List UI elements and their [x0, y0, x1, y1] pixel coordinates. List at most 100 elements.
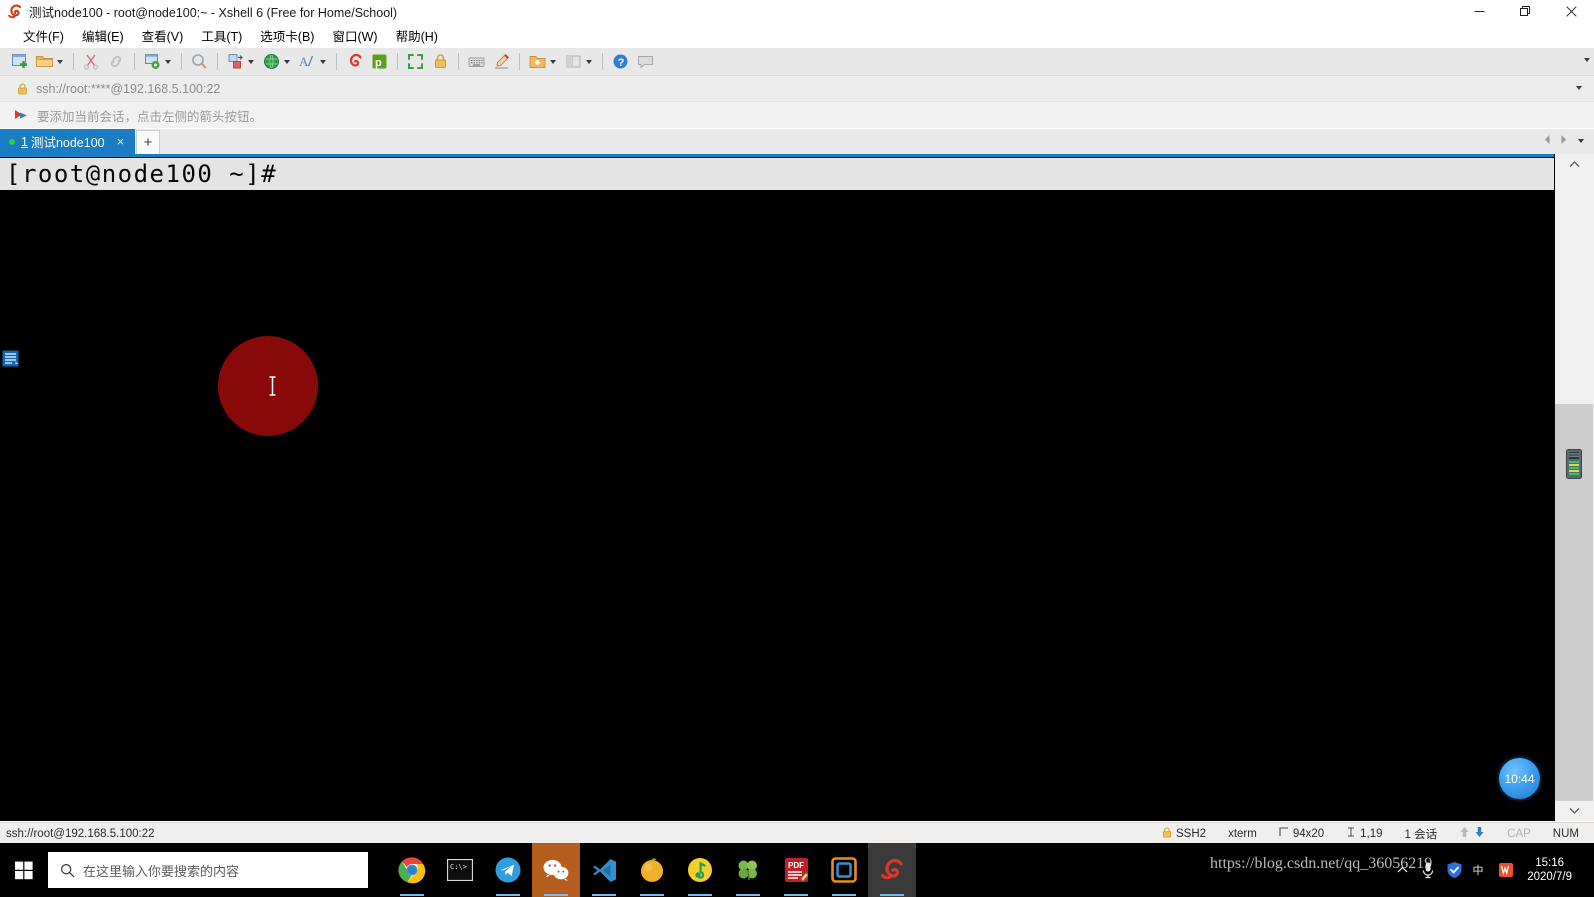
svg-text:?: ?: [618, 57, 625, 69]
tab-bar: 1 测试node100 × +: [0, 129, 1594, 155]
chevron-down-icon[interactable]: [320, 59, 326, 64]
folder-add-icon[interactable]: [525, 50, 561, 74]
floating-clock-badge[interactable]: 10:44: [1499, 758, 1540, 799]
cut-icon[interactable]: [79, 50, 104, 74]
cursor-icon: [1346, 827, 1356, 840]
status-transfer-arrows: [1448, 826, 1496, 841]
menu-file[interactable]: 文件(F): [14, 23, 73, 48]
svg-text:C:\>: C:\>: [450, 863, 467, 871]
taskbar-wechat[interactable]: [532, 843, 580, 897]
terminal-accent-line: [0, 154, 1555, 157]
tab-list-icon[interactable]: [1578, 139, 1584, 143]
menu-tabs[interactable]: 选项卡(B): [251, 23, 323, 48]
gadget-icon[interactable]: [1566, 449, 1582, 484]
chevron-down-icon[interactable]: [248, 59, 254, 64]
layout-icon[interactable]: [561, 50, 597, 74]
globe-icon[interactable]: [259, 50, 295, 74]
menu-edit[interactable]: 编辑(E): [73, 23, 133, 48]
tray-clock[interactable]: 15:16 2020/7/9: [1519, 843, 1580, 897]
taskbar-vmware[interactable]: [820, 843, 868, 897]
taskbar-vscode[interactable]: [580, 843, 628, 897]
chevron-down-icon[interactable]: [284, 59, 290, 64]
running-indicator: [880, 894, 904, 896]
taskbar-chrome[interactable]: [388, 843, 436, 897]
menu-window[interactable]: 窗口(W): [323, 23, 386, 48]
status-protocol: SSH2: [1151, 827, 1217, 841]
chevron-down-icon[interactable]: [165, 59, 171, 64]
toolbar-overflow-icon[interactable]: [1584, 58, 1590, 62]
running-indicator: [400, 894, 424, 896]
tab-title: 测试node100: [30, 136, 105, 150]
security-shield-icon[interactable]: [1441, 843, 1467, 897]
session-properties-icon[interactable]: [140, 50, 176, 74]
link-icon[interactable]: [104, 50, 129, 74]
xagent-icon[interactable]: p: [367, 50, 392, 74]
restore-button[interactable]: [1502, 0, 1548, 23]
close-button[interactable]: [1548, 0, 1594, 23]
show-desktop-button[interactable]: [1580, 843, 1588, 897]
menu-help[interactable]: 帮助(H): [387, 23, 447, 48]
scrollbar-track[interactable]: [1555, 174, 1593, 801]
document-icon[interactable]: [2, 350, 19, 372]
scroll-down-button[interactable]: [1555, 801, 1593, 821]
tab-node100[interactable]: 1 测试node100 ×: [0, 129, 135, 154]
taskbar-qqmusic[interactable]: [676, 843, 724, 897]
toolbar-separator: [181, 53, 182, 70]
taskbar-terminal[interactable]: C:\>: [436, 843, 484, 897]
taskbar-clover[interactable]: [724, 843, 772, 897]
terminal-scrollbar[interactable]: [1554, 154, 1594, 821]
close-icon[interactable]: ×: [117, 135, 125, 148]
new-tab-button[interactable]: +: [136, 130, 160, 154]
taskbar-orange[interactable]: [628, 843, 676, 897]
lock-icon: [1162, 827, 1172, 841]
chevron-right-icon[interactable]: [1559, 132, 1568, 150]
taskbar-telegram[interactable]: [484, 843, 532, 897]
xftp-icon[interactable]: [342, 50, 367, 74]
input-method-icon[interactable]: 中: [1467, 843, 1493, 897]
terminal-area[interactable]: [root@node100 ~]# 10:44: [0, 154, 1555, 821]
transfer-icon[interactable]: [223, 50, 259, 74]
fullscreen-icon[interactable]: [403, 50, 428, 74]
chevron-left-icon[interactable]: [1543, 132, 1552, 150]
notice-text: 要添加当前会话，点击左侧的箭头按钮。: [37, 109, 263, 124]
font-icon[interactable]: A: [295, 50, 331, 74]
tray-date: 2020/7/9: [1527, 871, 1572, 883]
keyboard-icon[interactable]: [464, 50, 489, 74]
scrollbar-thumb[interactable]: [1555, 174, 1593, 404]
chevron-down-icon[interactable]: [586, 59, 592, 64]
open-folder-icon[interactable]: [32, 50, 68, 74]
chevron-down-icon[interactable]: [57, 59, 63, 64]
highlight-icon[interactable]: [489, 50, 514, 74]
resize-icon: [1279, 827, 1289, 840]
status-protocol-label: SSH2: [1176, 827, 1207, 840]
search-icon[interactable]: [187, 50, 212, 74]
xshell-icon: [7, 4, 22, 19]
address-dropdown-icon[interactable]: [1576, 86, 1582, 90]
menu-view[interactable]: 查看(V): [133, 23, 193, 48]
xshell-window: 测试node100 - root@node100:~ - Xshell 6 (F…: [0, 0, 1594, 897]
new-session-icon[interactable]: [7, 50, 32, 74]
search-input[interactable]: 在这里输入你要搜索的内容: [48, 852, 368, 888]
taskbar-pdf[interactable]: PDF: [772, 843, 820, 897]
status-cursor-label: 1,19: [1360, 827, 1383, 840]
scroll-up-button[interactable]: [1555, 154, 1593, 174]
running-indicator: [592, 894, 616, 896]
status-sessions: 1 会话: [1404, 828, 1438, 841]
menu-tools[interactable]: 工具(T): [192, 23, 251, 48]
lock-icon[interactable]: [428, 50, 453, 74]
toolbar-separator: [73, 53, 74, 70]
upload-arrow-icon: [1459, 826, 1470, 841]
comment-icon[interactable]: [633, 50, 658, 74]
address-bar[interactable]: ssh://root:****@192.168.5.100:22: [0, 76, 1594, 102]
status-cap: CAP: [1507, 827, 1531, 840]
minimize-button[interactable]: [1456, 0, 1502, 23]
toolbar-separator: [458, 53, 459, 70]
toolbar-separator: [519, 53, 520, 70]
svg-text:A: A: [299, 54, 309, 69]
chevron-down-icon[interactable]: [550, 59, 556, 64]
taskbar-xshell[interactable]: [868, 843, 916, 897]
windows-start-icon[interactable]: [0, 843, 48, 897]
help-icon[interactable]: ?: [608, 50, 633, 74]
status-cursor-pos: 1,19: [1335, 827, 1393, 840]
wps-icon[interactable]: [1493, 843, 1519, 897]
